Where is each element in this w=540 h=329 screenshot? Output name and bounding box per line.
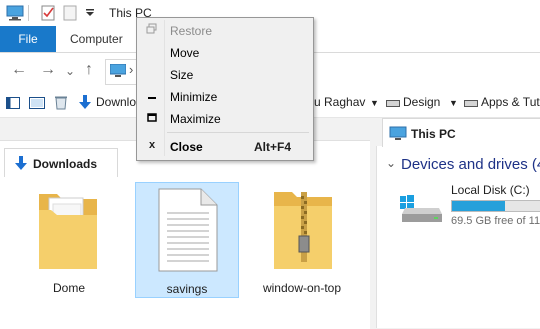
user-dropdown-icon[interactable]: ▼ bbox=[370, 98, 379, 108]
menu-item-size[interactable]: Size bbox=[137, 64, 313, 86]
menu-item-label: Move bbox=[170, 46, 200, 60]
computer-icon[interactable] bbox=[6, 5, 24, 21]
menu-item-label: Minimize bbox=[170, 90, 218, 104]
zip-folder-icon bbox=[274, 192, 332, 269]
menu-separator bbox=[167, 132, 309, 133]
downloads-tab-label: Downloads bbox=[33, 157, 98, 171]
menu-item-label: Close bbox=[170, 140, 203, 154]
collapse-chevron-icon[interactable]: ⌄ bbox=[386, 156, 396, 170]
favorite-design-link[interactable]: Design bbox=[403, 95, 440, 109]
close-icon: x bbox=[148, 139, 156, 151]
maximize-icon bbox=[146, 111, 158, 125]
file-item-savings[interactable]: savings bbox=[135, 182, 239, 298]
up-arrow-icon[interactable]: ↑ bbox=[85, 61, 93, 79]
download-arrow-icon bbox=[79, 95, 91, 109]
tab-computer[interactable]: Computer bbox=[70, 26, 123, 52]
recycle-bin-icon[interactable] bbox=[54, 95, 68, 110]
tab-this-pc[interactable]: This PC bbox=[382, 118, 540, 147]
minimize-icon bbox=[146, 89, 158, 103]
window-system-menu: Restore Move Size Minimize Maximize x Cl… bbox=[136, 17, 314, 161]
favorite-downloads-link[interactable]: Downlo bbox=[96, 95, 136, 109]
file-name: Dome bbox=[52, 281, 85, 295]
menu-item-shortcut: Alt+F4 bbox=[254, 140, 292, 154]
download-arrow-icon bbox=[15, 156, 27, 170]
drive-icon bbox=[386, 100, 400, 107]
new-folder-icon[interactable] bbox=[63, 5, 77, 21]
design-dropdown-icon[interactable]: ▼ bbox=[449, 98, 458, 108]
favorite-apps-link[interactable]: Apps & Tut bbox=[481, 95, 540, 109]
address-bar[interactable]: › bbox=[105, 59, 136, 85]
recent-dropdown-icon[interactable]: ⌄ bbox=[65, 64, 75, 78]
file-name: window-on-top bbox=[262, 281, 342, 295]
tab-downloads[interactable]: Downloads bbox=[4, 148, 118, 177]
customize-dropdown-icon[interactable] bbox=[85, 9, 95, 17]
this-pc-pane bbox=[376, 146, 540, 328]
menu-item-minimize[interactable]: Minimize bbox=[137, 86, 313, 108]
computer-icon bbox=[389, 126, 407, 140]
local-disk-item[interactable] bbox=[398, 186, 446, 226]
breadcrumb-separator[interactable]: › bbox=[129, 62, 133, 77]
file-item-dome[interactable]: Dome bbox=[17, 182, 121, 298]
this-pc-tab-label: This PC bbox=[411, 127, 456, 141]
pane-icon[interactable] bbox=[6, 97, 20, 109]
windows-drive-icon bbox=[400, 195, 442, 222]
menu-item-label: Size bbox=[170, 68, 194, 82]
back-arrow-icon[interactable]: ← bbox=[11, 61, 27, 79]
favorite-user-link[interactable]: u Raghav bbox=[314, 95, 365, 109]
tab-file[interactable]: File bbox=[0, 26, 56, 52]
menu-item-label: Maximize bbox=[170, 112, 221, 126]
text-document-icon bbox=[158, 188, 218, 272]
menu-item-maximize[interactable]: Maximize bbox=[137, 108, 313, 130]
devices-section-header[interactable]: Devices and drives (4 bbox=[401, 156, 540, 173]
restore-icon bbox=[146, 23, 158, 37]
menu-item-close[interactable]: x Close Alt+F4 bbox=[137, 136, 313, 158]
drive-free-space: 69.5 GB free of 11 bbox=[451, 215, 540, 227]
layout-icon[interactable] bbox=[29, 97, 45, 109]
menu-item-move[interactable]: Move bbox=[137, 42, 313, 64]
drive-icon bbox=[464, 100, 478, 107]
menu-item-label: Restore bbox=[170, 24, 213, 38]
file-name: savings bbox=[166, 282, 208, 296]
this-pc-small-icon bbox=[110, 64, 126, 77]
title-divider bbox=[28, 5, 29, 21]
properties-icon[interactable] bbox=[40, 5, 56, 21]
drive-usage-fill bbox=[452, 201, 505, 211]
forward-arrow-icon[interactable]: → bbox=[40, 61, 56, 79]
file-item-window-on-top[interactable]: window-on-top bbox=[250, 182, 354, 298]
drive-name[interactable]: Local Disk (C:) bbox=[451, 183, 530, 197]
drive-usage-bar bbox=[451, 200, 540, 212]
menu-item-restore[interactable]: Restore bbox=[137, 20, 313, 42]
folder-icon bbox=[39, 194, 97, 269]
